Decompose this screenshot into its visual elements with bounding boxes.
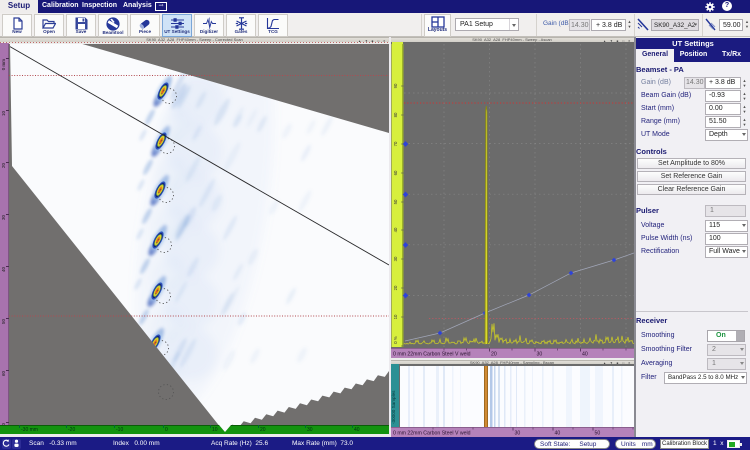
svg-text:0 mm 22mm Carbon Steel V weld: 0 mm 22mm Carbon Steel V weld [393,352,471,358]
svg-text:80: 80 [393,112,398,117]
svg-text:40: 40 [582,352,588,358]
svg-text:0 %: 0 % [393,336,398,344]
svg-text:50: 50 [595,431,601,437]
svg-text:20: 20 [393,285,398,290]
svg-text:40: 40 [393,227,398,232]
svg-text:60: 60 [393,170,398,175]
svg-text:20: 20 [491,352,497,358]
svg-text:90: 90 [393,83,398,88]
svg-text:-30000 Samples: -30000 Samples [391,390,396,424]
svg-text:30: 30 [537,352,543,358]
svg-text:50: 50 [393,199,398,204]
svg-text:30: 30 [393,256,398,261]
svg-text:40: 40 [555,431,561,437]
svg-text:70: 70 [393,141,398,146]
svg-text:0 mm 22mm Carbon Steel V weld: 0 mm 22mm Carbon Steel V weld [393,431,471,437]
svg-text:10: 10 [393,314,398,319]
svg-text:30: 30 [515,431,521,437]
